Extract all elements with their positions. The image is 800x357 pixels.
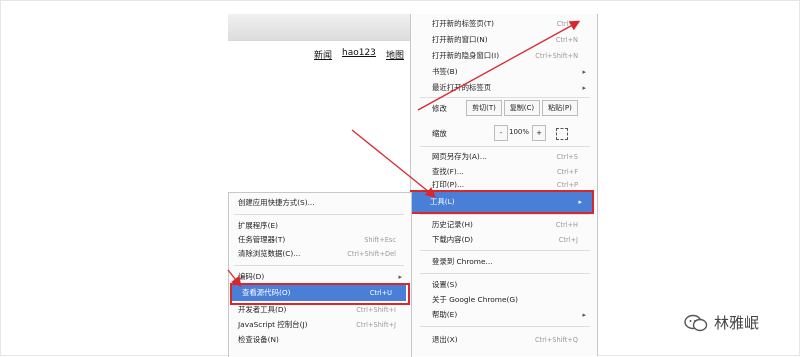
- arrow-to-menu-button: [417, 20, 581, 111]
- wechat-bubbles-icon: [684, 314, 708, 332]
- watermark-text: 林雅岷: [714, 314, 760, 332]
- annotation-arrows: [227, 20, 581, 288]
- arrow-to-view-source: [227, 269, 242, 288]
- arrow-to-tools-item: [351, 129, 437, 198]
